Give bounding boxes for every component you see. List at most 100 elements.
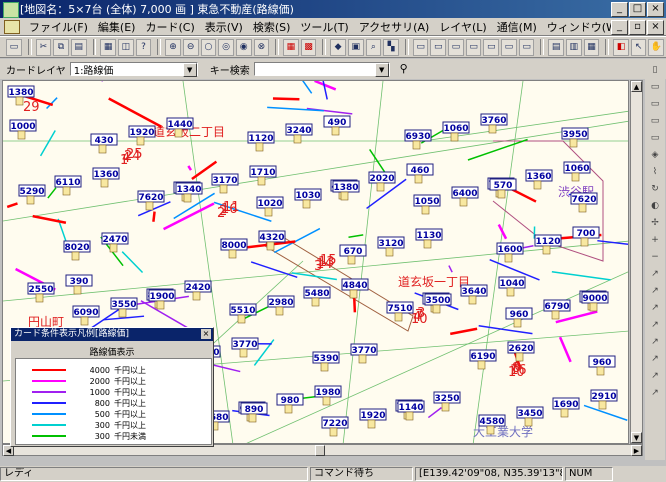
- price-card[interactable]: 980: [276, 393, 304, 414]
- legend-window[interactable]: カード条件表示凡例[路線価] × 路線価表示 4000 千円以上 2000 千円以上 1…: [10, 327, 214, 447]
- price-card[interactable]: 1980: [314, 385, 342, 406]
- help-icon[interactable]: ?: [135, 38, 152, 56]
- price-card[interactable]: 3550: [110, 297, 138, 318]
- window2-icon[interactable]: ▭: [430, 38, 447, 56]
- price-card[interactable]: 6400: [451, 186, 479, 207]
- price-card[interactable]: 6190: [469, 349, 497, 370]
- price-card[interactable]: 3120: [377, 236, 405, 257]
- price-card[interactable]: 1710: [249, 165, 277, 186]
- draw-line-icon[interactable]: ↗: [648, 267, 662, 281]
- refresh-icon[interactable]: ◐: [648, 199, 662, 213]
- zoom-area-icon[interactable]: ◎: [218, 38, 234, 56]
- legend-close-icon[interactable]: ×: [201, 329, 211, 339]
- zoom-out-icon[interactable]: ⊖: [182, 38, 199, 56]
- price-card[interactable]: 3450: [516, 406, 544, 427]
- measure-icon[interactable]: ⌇: [648, 165, 662, 179]
- pointer-icon[interactable]: ↖: [630, 38, 647, 56]
- price-card[interactable]: 6790: [543, 299, 571, 320]
- price-card[interactable]: 1130: [415, 228, 443, 249]
- price-card[interactable]: 4320: [258, 230, 286, 251]
- card-icon[interactable]: ▣: [347, 38, 364, 56]
- price-card[interactable]: 8000: [220, 238, 248, 259]
- plus-icon[interactable]: +: [648, 233, 662, 247]
- doc-minimize-button[interactable]: _: [611, 20, 628, 35]
- price-card[interactable]: 3250: [433, 391, 461, 412]
- price-card[interactable]: 1040: [498, 276, 526, 297]
- color-icon[interactable]: ◧: [613, 38, 629, 56]
- scroll-up-button[interactable]: ▲: [631, 81, 642, 92]
- scroll-down-button[interactable]: ▼: [631, 432, 642, 443]
- card-search-icon[interactable]: ⌕: [365, 38, 382, 56]
- price-card[interactable]: 570: [489, 178, 517, 199]
- menu-edit[interactable]: 編集(E): [93, 19, 141, 35]
- price-card[interactable]: 2620: [507, 341, 535, 362]
- price-card[interactable]: 8020: [63, 240, 91, 261]
- price-card[interactable]: 1340: [175, 182, 203, 203]
- draw-curve-icon[interactable]: ↗: [648, 318, 662, 332]
- price-card[interactable]: 1920: [128, 125, 156, 146]
- price-card[interactable]: 2020: [368, 171, 396, 192]
- tile-horizontal-icon[interactable]: ▤: [548, 38, 564, 56]
- price-card[interactable]: 390: [65, 274, 93, 295]
- print-preview-icon[interactable]: ◫: [118, 38, 134, 56]
- move-icon[interactable]: ✢: [648, 216, 662, 230]
- price-card[interactable]: 3760: [480, 113, 508, 134]
- price-card[interactable]: 3500: [424, 293, 452, 314]
- scroll-right-button[interactable]: ▶: [631, 445, 642, 456]
- price-card[interactable]: 1690: [552, 397, 580, 418]
- price-card[interactable]: 1600: [496, 242, 524, 263]
- grid-icon[interactable]: ▦: [283, 38, 299, 56]
- scroll-thumb[interactable]: [315, 445, 325, 456]
- price-card[interactable]: 3640: [460, 284, 488, 305]
- price-card[interactable]: 670: [339, 244, 367, 265]
- price-card[interactable]: 1060: [563, 161, 591, 182]
- draw-circle-icon[interactable]: ↗: [648, 352, 662, 366]
- menu-tools[interactable]: ツール(T): [295, 19, 353, 35]
- window1-icon[interactable]: ▭: [412, 38, 429, 56]
- document-icon[interactable]: [4, 19, 20, 34]
- print-icon[interactable]: ▦: [100, 38, 117, 56]
- price-card[interactable]: 1920: [359, 408, 387, 429]
- chevron-down-icon[interactable]: ▼: [374, 63, 389, 77]
- price-card[interactable]: 6930: [404, 129, 432, 150]
- chevron-down-icon[interactable]: ▼: [182, 63, 197, 77]
- menu-accessory[interactable]: アクセサリ(A): [354, 19, 435, 35]
- open-icon[interactable]: ▭: [6, 38, 22, 56]
- doc-close-button[interactable]: ×: [647, 20, 664, 35]
- card-move-icon[interactable]: ▚: [383, 38, 399, 56]
- price-card[interactable]: 7620: [570, 192, 598, 213]
- price-card[interactable]: 3770: [350, 343, 378, 364]
- menu-view[interactable]: 表示(V): [200, 19, 248, 35]
- price-card[interactable]: 2550: [27, 282, 55, 303]
- menu-layer[interactable]: レイヤ(L): [434, 19, 491, 35]
- card-delete-icon[interactable]: ▭: [648, 131, 662, 145]
- price-card[interactable]: 1000: [9, 119, 37, 140]
- price-card[interactable]: 4840: [341, 278, 369, 299]
- price-card[interactable]: 9000: [581, 291, 609, 312]
- zoom-icon[interactable]: ○: [200, 38, 217, 56]
- price-card[interactable]: 2980: [267, 295, 295, 316]
- price-card[interactable]: 430: [90, 133, 118, 154]
- price-card[interactable]: 490: [323, 115, 351, 136]
- price-card[interactable]: 1120: [247, 131, 275, 152]
- price-card[interactable]: 6090: [72, 305, 100, 326]
- price-card[interactable]: 960: [505, 307, 533, 328]
- price-card[interactable]: 460: [406, 163, 434, 184]
- layer-tool-icon[interactable]: ◈: [648, 148, 662, 162]
- price-card[interactable]: 5290: [18, 184, 46, 205]
- cut-icon[interactable]: ✂: [35, 38, 52, 56]
- keyword-search-input[interactable]: ▼: [253, 62, 390, 77]
- zoom-prev-icon[interactable]: ◉: [235, 38, 252, 56]
- price-card[interactable]: 5480: [303, 286, 331, 307]
- maximize-button[interactable]: □: [629, 2, 646, 17]
- window5-icon[interactable]: ▭: [483, 38, 500, 56]
- price-card[interactable]: 1020: [256, 196, 284, 217]
- window4-icon[interactable]: ▭: [465, 38, 482, 56]
- menu-card[interactable]: カード(C): [140, 19, 199, 35]
- card-list-icon[interactable]: ▭: [648, 80, 662, 94]
- price-card[interactable]: 7620: [137, 190, 165, 211]
- card-edit-icon[interactable]: ▭: [648, 97, 662, 111]
- price-card[interactable]: 6110: [54, 175, 82, 196]
- grid-alt-icon[interactable]: ▩: [300, 38, 317, 56]
- price-card[interactable]: 1360: [92, 167, 120, 188]
